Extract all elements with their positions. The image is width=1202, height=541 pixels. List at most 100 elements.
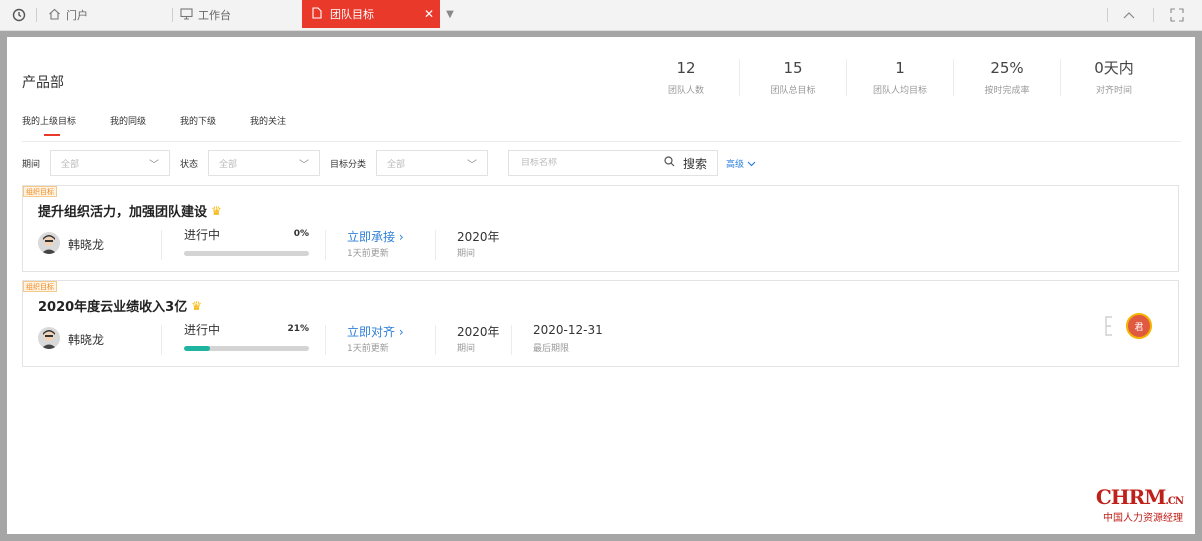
chevron-down-icon: ﹀ [149, 159, 160, 171]
owner-name: 韩晓龙 [68, 238, 105, 252]
progress-percent: 21% [287, 324, 309, 334]
status-filter-label: 状态 [180, 159, 199, 170]
collapse-icon[interactable] [1123, 0, 1135, 30]
category-select-value: 全部 [387, 159, 406, 170]
stat-value: 0天内 [1094, 59, 1134, 77]
search-button-label: 搜索 [683, 156, 708, 171]
advanced-filter-label: 高级 [726, 159, 745, 170]
avatar [38, 327, 60, 349]
stat-label: 团队总目标 [770, 86, 816, 96]
subtab-superior-goals[interactable]: 我的上级目标 [22, 114, 76, 136]
goal-name-input[interactable] [521, 158, 642, 168]
goal-status: 进行中 [184, 323, 221, 337]
goal-deadline: 2020-12-31 [533, 323, 603, 337]
update-time: 1天前更新 [347, 249, 389, 259]
goal-period-label: 期间 [457, 249, 476, 259]
divider [435, 230, 436, 260]
stat-value: 25% [990, 59, 1024, 77]
goal-card[interactable]: 组织目标 提升组织活力，加强团队建设 ♛ 韩晓龙 进行中 0% 立即承接 › 1… [22, 185, 1179, 272]
divider [325, 230, 326, 260]
category-select[interactable]: 全部 ﹀ [376, 150, 489, 176]
goal-title-text: 2020年度云业绩收入3亿 [38, 300, 188, 315]
progress-bar [184, 251, 309, 256]
update-time: 1天前更新 [347, 344, 389, 354]
team-goals-panel: 产品部 12 团队人数 15 团队总目标 1 团队人均目标 25% 按时完成率 … [7, 37, 1195, 534]
goal-title[interactable]: 提升组织活力，加强团队建设 ♛ [38, 201, 222, 221]
goal-type-tag: 组织目标 [23, 186, 57, 197]
owner-name: 韩晓龙 [68, 333, 105, 347]
progress-bar [184, 346, 309, 351]
department-title: 产品部 [22, 75, 64, 91]
stat-value: 15 [783, 59, 803, 77]
watermark-brand: CHRM.CN [1095, 485, 1184, 509]
divider [325, 325, 326, 355]
search-button[interactable]: 搜索 [664, 155, 707, 172]
goal-period: 2020年 [457, 230, 500, 244]
goal-period-label: 期间 [457, 344, 476, 354]
stat-label: 团队人数 [667, 86, 704, 96]
status-select-value: 全部 [219, 159, 238, 170]
fullscreen-icon[interactable] [1170, 0, 1184, 30]
stat-label: 按时完成率 [984, 86, 1030, 96]
category-filter-label: 目标分类 [330, 159, 367, 170]
tab-portal[interactable]: 门户 [48, 0, 88, 30]
crown-icon: ♛ [211, 203, 222, 218]
chevron-down-icon: ﹀ [467, 159, 478, 171]
subtab-following[interactable]: 我的关注 [250, 114, 286, 127]
stat-alignment-time: 0天内 对齐时间 [1060, 59, 1167, 96]
team-stats: 12 团队人数 15 团队总目标 1 团队人均目标 25% 按时完成率 0天内 … [633, 59, 1167, 96]
goal-period: 2020年 [457, 325, 500, 339]
stat-goals-per-person: 1 团队人均目标 [846, 59, 953, 96]
status-select[interactable]: 全部 ﹀ [208, 150, 321, 176]
home-icon [48, 8, 61, 23]
chevron-down-icon: ﹀ [299, 159, 310, 171]
subtab-subordinates[interactable]: 我的下级 [180, 114, 216, 127]
tab-workbench[interactable]: 工作台 [180, 0, 231, 30]
progress-fill [184, 346, 211, 351]
divider [22, 141, 1181, 142]
tab-team-goals[interactable]: 团队目标 ✕ ▼ [302, 0, 460, 28]
undertake-now-link[interactable]: 立即承接 › [347, 228, 404, 245]
goal-search-box: 搜索 [508, 150, 719, 176]
divider [511, 325, 512, 355]
chrm-watermark-logo: CHRM.CN 中国人力资源经理 [1095, 485, 1184, 524]
aligned-user-avatar[interactable]: 君 [1126, 313, 1152, 339]
alignment-icon [1102, 315, 1116, 342]
period-select[interactable]: 全部 ﹀ [50, 150, 171, 176]
tab-workbench-label: 工作台 [198, 9, 231, 22]
advanced-filter-link[interactable]: 高级 [726, 157, 756, 170]
goal-deadline-label: 最后期限 [533, 344, 570, 354]
stat-total-goals: 15 团队总目标 [739, 59, 846, 96]
period-filter-label: 期间 [22, 159, 41, 170]
goal-title-text: 提升组织活力，加强团队建设 [38, 205, 208, 220]
goal-title[interactable]: 2020年度云业绩收入3亿 ♛ [38, 296, 202, 316]
divider [435, 325, 436, 355]
stat-on-time-rate: 25% 按时完成率 [953, 59, 1060, 96]
stat-value: 1 [895, 59, 905, 77]
period-select-value: 全部 [61, 159, 80, 170]
stat-label: 对齐时间 [1095, 86, 1132, 96]
tab-dropdown-icon[interactable]: ▼ [440, 0, 460, 28]
divider [161, 230, 162, 260]
stat-value: 12 [676, 59, 696, 77]
divider [161, 325, 162, 355]
goal-type-tag: 组织目标 [23, 281, 57, 292]
subtab-peers[interactable]: 我的同级 [110, 114, 146, 127]
crown-icon: ♛ [191, 298, 202, 313]
stat-team-size: 12 团队人数 [633, 59, 739, 96]
stat-label: 团队人均目标 [872, 86, 927, 96]
close-icon[interactable]: ✕ [424, 7, 434, 21]
goal-card[interactable]: 组织目标 2020年度云业绩收入3亿 ♛ 韩晓龙 进行中 21% 立即对齐 › … [22, 280, 1179, 367]
history-icon[interactable] [12, 0, 26, 30]
filter-bar: 期间 全部 ﹀ 状态 全部 ﹀ 目标分类 全部 ﹀ 搜索 高级 [22, 149, 756, 177]
tab-team-goals-label: 团队目标 [330, 8, 374, 21]
avatar [38, 232, 60, 254]
goal-status: 进行中 [184, 228, 221, 242]
watermark-tagline: 中国人力资源经理 [1103, 513, 1183, 524]
progress-percent: 0% [293, 229, 309, 239]
chevron-down-icon [747, 160, 756, 170]
goal-subtabs: 我的上级目标 我的同级 我的下级 我的关注 [22, 114, 320, 136]
monitor-icon [180, 7, 193, 23]
tab-bar: 门户 工作台 团队目标 ✕ ▼ [0, 0, 1202, 31]
align-now-link[interactable]: 立即对齐 › [347, 323, 404, 340]
